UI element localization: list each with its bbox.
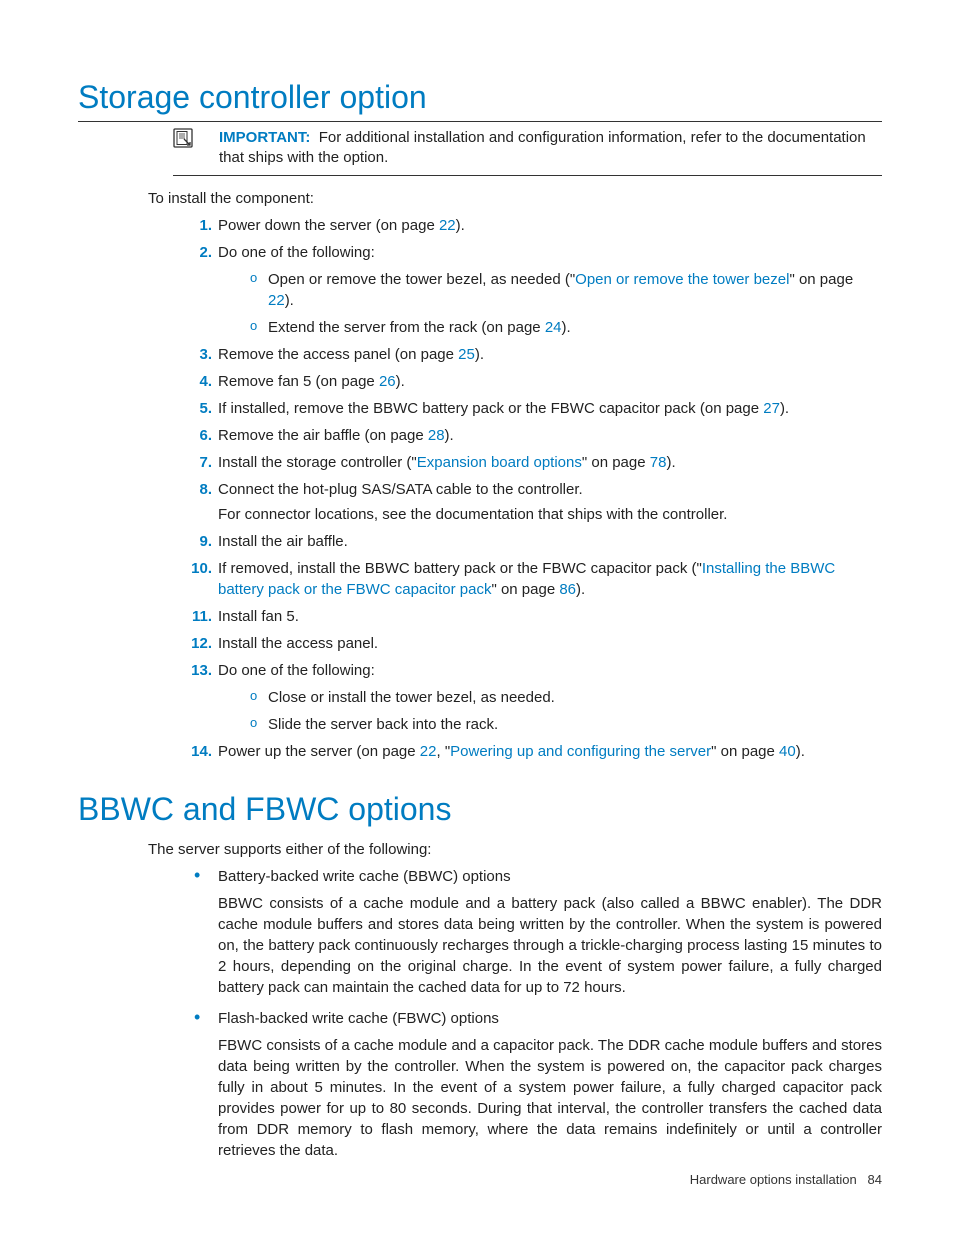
step-5: If installed, remove the BBWC battery pa…: [184, 398, 882, 419]
options-list: Battery-backed write cache (BBWC) option…: [184, 866, 882, 1161]
xref-link[interactable]: Open or remove the tower bezel: [575, 271, 789, 288]
step-10: If removed, install the BBWC battery pac…: [184, 558, 882, 600]
footer-page: 84: [868, 1172, 882, 1187]
page-link[interactable]: 22: [420, 743, 437, 760]
page-link[interactable]: 78: [650, 454, 667, 471]
heading-bbwc-fbwc: BBWC and FBWC options: [78, 792, 882, 827]
page-link[interactable]: 24: [545, 319, 562, 336]
page-link[interactable]: 26: [379, 373, 396, 390]
step-9: Install the air baffle.: [184, 531, 882, 552]
page-link[interactable]: 25: [458, 346, 475, 363]
bbwc-lead: The server supports either of the follow…: [148, 841, 882, 858]
heading-storage-controller: Storage controller option: [78, 80, 882, 115]
page-link[interactable]: 22: [439, 217, 456, 234]
important-label: IMPORTANT:: [219, 129, 310, 146]
page-link[interactable]: 22: [268, 292, 285, 309]
sub-item: Extend the server from the rack (on page…: [250, 317, 882, 338]
list-item: Battery-backed write cache (BBWC) option…: [184, 866, 882, 998]
note-icon: [173, 128, 193, 148]
option-label: Battery-backed write cache (BBWC) option…: [218, 866, 882, 887]
step-6: Remove the air baffle (on page 28).: [184, 425, 882, 446]
important-body: For additional installation and configur…: [219, 129, 866, 166]
step-11: Install fan 5.: [184, 606, 882, 627]
step-7: Install the storage controller ("Expansi…: [184, 452, 882, 473]
page-link[interactable]: 27: [763, 400, 780, 417]
rule: [78, 121, 882, 122]
option-desc: BBWC consists of a cache module and a ba…: [218, 893, 882, 998]
step-12: Install the access panel.: [184, 633, 882, 654]
step-4: Remove fan 5 (on page 26).: [184, 371, 882, 392]
xref-link[interactable]: Powering up and configuring the server: [450, 743, 711, 760]
xref-link[interactable]: Expansion board options: [417, 454, 582, 471]
footer-text: Hardware options installation: [690, 1172, 857, 1187]
step-14: Power up the server (on page 22, "Poweri…: [184, 741, 882, 762]
step-2-sub: Open or remove the tower bezel, as neede…: [250, 269, 882, 338]
install-steps: Power down the server (on page 22). Do o…: [184, 215, 882, 762]
step-13-sub: Close or install the tower bezel, as nee…: [250, 687, 882, 735]
sub-item: Close or install the tower bezel, as nee…: [250, 687, 882, 708]
sub-item: Open or remove the tower bezel, as neede…: [250, 269, 882, 311]
option-desc: FBWC consists of a cache module and a ca…: [218, 1035, 882, 1161]
page-link[interactable]: 86: [559, 581, 576, 598]
step-8: Connect the hot-plug SAS/SATA cable to t…: [184, 479, 882, 525]
page-footer: Hardware options installation 84: [690, 1172, 882, 1187]
option-label: Flash-backed write cache (FBWC) options: [218, 1008, 882, 1029]
important-callout: IMPORTANT: For additional installation a…: [173, 128, 882, 176]
list-item: Flash-backed write cache (FBWC) options …: [184, 1008, 882, 1161]
step-1: Power down the server (on page 22).: [184, 215, 882, 236]
step-2: Do one of the following: Open or remove …: [184, 242, 882, 338]
important-text: IMPORTANT: For additional installation a…: [219, 128, 882, 169]
page-link[interactable]: 28: [428, 427, 445, 444]
step-8-note: For connector locations, see the documen…: [218, 504, 882, 525]
step-13: Do one of the following: Close or instal…: [184, 660, 882, 735]
sub-item: Slide the server back into the rack.: [250, 714, 882, 735]
page-link[interactable]: 40: [779, 743, 796, 760]
step-3: Remove the access panel (on page 25).: [184, 344, 882, 365]
install-lead: To install the component:: [148, 190, 882, 207]
